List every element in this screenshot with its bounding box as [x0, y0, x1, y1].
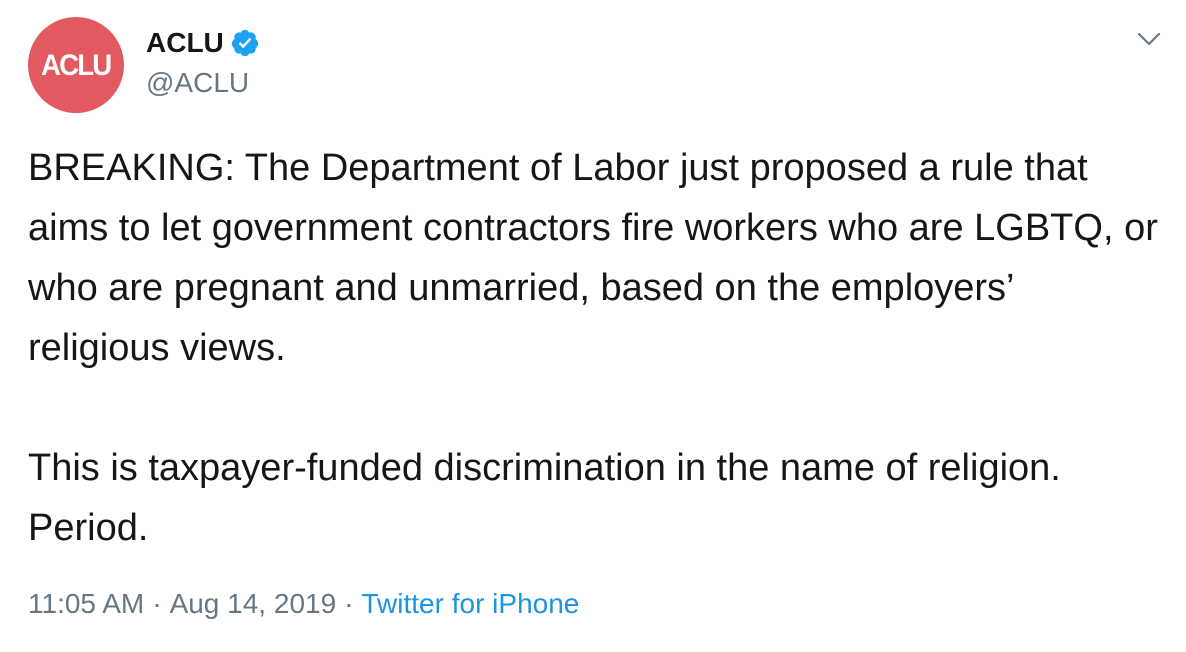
meta-separator: ·	[344, 588, 354, 619]
chevron-down-icon[interactable]	[1136, 30, 1162, 48]
tweet-paragraph: BREAKING: The Department of Labor just p…	[28, 147, 1158, 369]
tweet-paragraph: This is taxpayer-funded discrimination i…	[28, 447, 1061, 549]
display-name[interactable]: ACLU	[146, 26, 224, 60]
tweet-source-link[interactable]: Twitter for iPhone	[361, 588, 579, 619]
tweet-date[interactable]: Aug 14, 2019	[170, 588, 337, 619]
meta-separator: ·	[152, 588, 162, 619]
verified-badge-icon	[231, 29, 258, 57]
aclu-logo: ACLU	[41, 49, 112, 82]
tweet-card: ACLU ACLU @ACLU BREAKING: The Department…	[0, 0, 1186, 652]
handle[interactable]: @ACLU	[146, 66, 249, 100]
author-name-row: ACLU	[146, 26, 260, 60]
tweet-meta: 11:05 AM · Aug 14, 2019 · Twitter for iPhone	[28, 584, 579, 624]
avatar[interactable]: ACLU	[28, 17, 124, 113]
tweet-text: BREAKING: The Department of Labor just p…	[28, 138, 1158, 558]
tweet-time[interactable]: 11:05 AM	[28, 588, 144, 619]
